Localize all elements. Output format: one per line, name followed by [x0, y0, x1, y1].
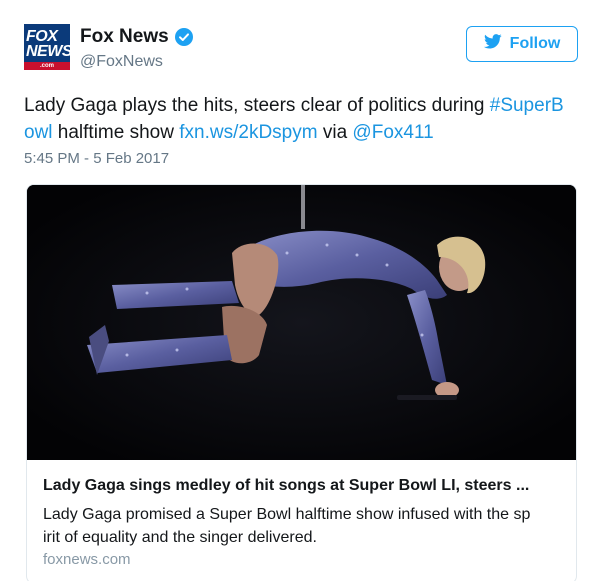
link-preview-card[interactable]: Lady Gaga sings medley of hit songs at S…	[26, 184, 577, 581]
tweet-timestamp[interactable]: 5:45 PM - 5 Feb 2017	[24, 150, 169, 167]
avatar[interactable]: FOX NEWS .com	[24, 24, 70, 70]
account-handle[interactable]: @FoxNews	[80, 53, 163, 71]
follow-button-label: Follow	[509, 35, 561, 52]
account-name[interactable]: Fox News	[80, 26, 193, 48]
card-domain: foxnews.com	[43, 551, 131, 568]
verified-badge-icon	[174, 28, 193, 46]
card-title[interactable]: Lady Gaga sings medley of hit songs at S…	[43, 477, 563, 495]
tweet-text-part2: halftime show	[52, 122, 180, 143]
mention-link[interactable]: @Fox411	[352, 122, 433, 143]
avatar-logo-dotcom: .com	[24, 62, 70, 70]
tweet-text-part1: Lady Gaga plays the hits, steers clear o…	[24, 95, 490, 116]
avatar-logo-news: NEWS	[26, 43, 70, 60]
twitter-bird-icon	[483, 34, 502, 54]
card-image[interactable]	[27, 185, 576, 460]
hashtag-link-part2[interactable]: owl	[24, 122, 53, 143]
hashtag-link-part1[interactable]: #SuperB	[490, 95, 564, 116]
article-link[interactable]: fxn.ws/2kDspym	[179, 122, 317, 143]
performer-photo	[27, 185, 576, 460]
card-description-line1: Lady Gaga promised a Super Bowl halftime…	[43, 506, 531, 523]
tweet-text-part3: via	[317, 122, 353, 143]
tweet-text: Lady Gaga plays the hits, steers clear o…	[24, 92, 584, 146]
card-description-line2: irit of equality and the singer delivere…	[43, 529, 317, 546]
follow-button[interactable]: Follow	[466, 26, 578, 62]
tweet-card: FOX NEWS .com Fox News @FoxNews Follow L…	[0, 0, 604, 581]
account-name-text[interactable]: Fox News	[80, 26, 169, 48]
card-description: Lady Gaga promised a Super Bowl halftime…	[43, 503, 563, 549]
